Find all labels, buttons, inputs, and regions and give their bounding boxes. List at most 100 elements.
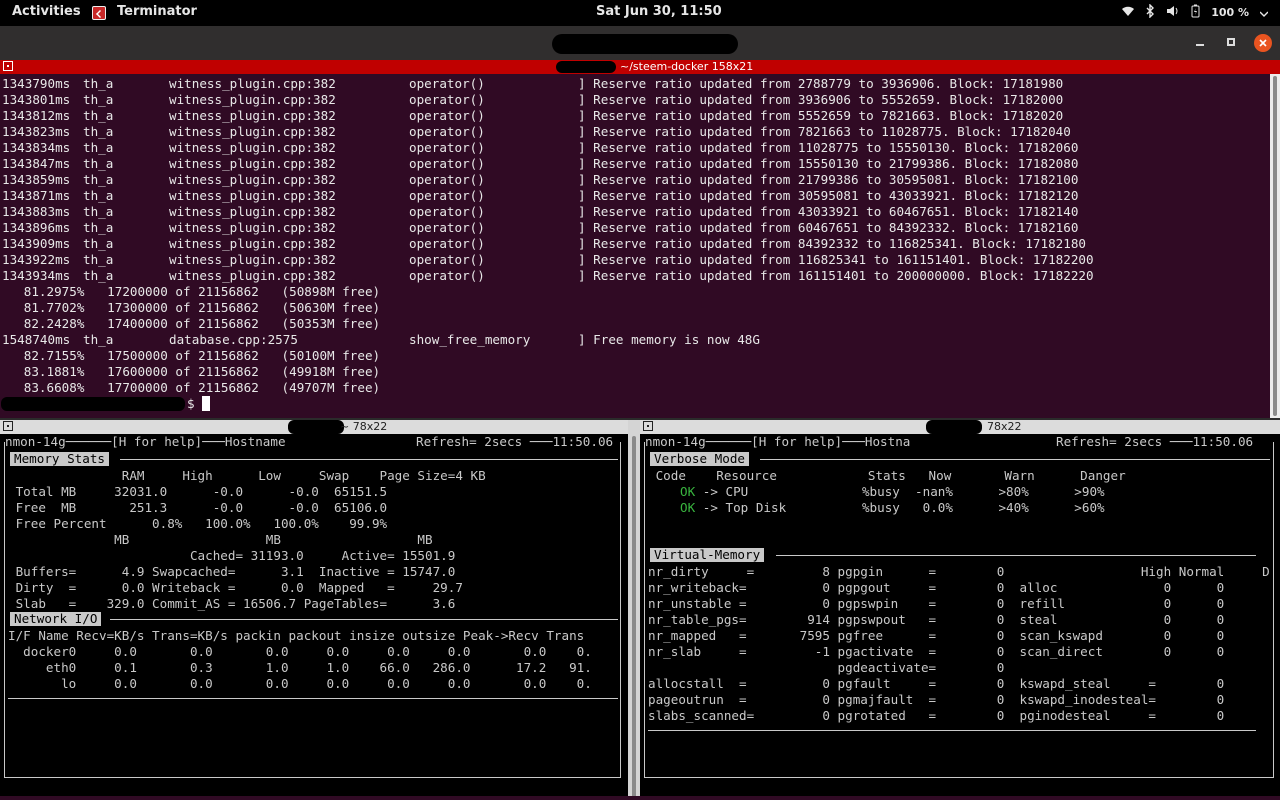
log-line: 1343823ms th_a witness_plugin.cpp:382 opera…: [1, 124, 1269, 140]
log-line: 1343812ms th_a witness_plugin.cpp:382 opera…: [1, 108, 1269, 124]
wifi-icon: [1121, 5, 1135, 20]
pane-grip-icon[interactable]: [643, 421, 653, 431]
close-button[interactable]: [1254, 34, 1272, 52]
log-line: 1343801ms th_a witness_plugin.cpp:382 opera…: [1, 92, 1269, 108]
ok-status: OK: [680, 484, 696, 499]
volume-icon: [1166, 5, 1180, 20]
left-nmon-terminal[interactable]: nmon-14g──────[H for help]───Hostname Re…: [0, 434, 628, 796]
clock-button[interactable]: Sat Jun 30, 11:50: [596, 4, 722, 19]
memory-stats-row: Slab = 329.0 Commit_AS = 16506.7 PageTab…: [8, 596, 456, 611]
replay-progress-line: 81.7702% 17300000 of 21156862 (50630M fr…: [1, 300, 381, 315]
log-line: 1343834ms th_a witness_plugin.cpp:382 opera…: [1, 140, 1269, 156]
top-terminal-scrollbar[interactable]: [1270, 74, 1280, 418]
log-line-th: th_a: [83, 124, 114, 139]
log-line: 1343909ms th_a witness_plugin.cpp:382 opera…: [1, 236, 1269, 252]
log-line-fn: operator(): [409, 220, 485, 235]
battery-percentage: 100 %: [1211, 6, 1249, 19]
network-io-row: docker0 0.0 0.0 0.0 0.0 0.0 0.0 0.0 0.: [8, 644, 592, 659]
gnome-top-bar: Activities Terminator Sat Jun 30, 11:50 …: [0, 0, 1280, 26]
log-line-file: witness_plugin.cpp:382: [169, 220, 336, 235]
log-line-ts: 1343883ms: [2, 204, 71, 219]
log-line-ts: 1343834ms: [2, 140, 71, 155]
minimize-button[interactable]: [1193, 36, 1207, 50]
verbose-row: OK -> Top Disk %busy 0.0% >40% >60%: [648, 500, 1105, 516]
log-line-th: th_a: [83, 108, 114, 123]
memory-stats-row: RAM High Low Swap Page Size=4 KB: [8, 468, 486, 483]
log-line-file: witness_plugin.cpp:382: [169, 124, 336, 139]
memory-stats-row: Dirty = 0.0 Writeback = 0.0 Mapped = 29.…: [8, 580, 463, 595]
virtual-memory-row: nr_table_pgs= 914 pgpswpout = 0 steal 0 …: [648, 612, 1225, 627]
log-line-msg: ] Reserve ratio updated from 30595081 to…: [578, 188, 1079, 203]
log-line-ts: 1343801ms: [2, 92, 71, 107]
log-line-file: witness_plugin.cpp:382: [169, 76, 336, 91]
replay-progress-line: 82.2428% 17400000 of 21156862 (50353M fr…: [1, 316, 381, 331]
memory-log-line-msg: ] Free memory is now 48G: [578, 332, 760, 347]
log-line-fn: operator(): [409, 188, 485, 203]
log-line-fn: operator(): [409, 268, 485, 283]
virtual-memory-row: pageoutrun = 0 pgmajfault = 0 kswapd_ino…: [648, 692, 1225, 707]
log-line-ts: 1343896ms: [2, 220, 71, 235]
left-pane-titlebar[interactable]: ~ 78x22: [0, 420, 628, 434]
memory-log-line-ts: 1548740ms: [2, 332, 71, 347]
log-line-ts: 1343859ms: [2, 172, 71, 187]
top-pane-titlebar[interactable]: ~/steem-docker 158x21: [0, 60, 1280, 74]
memory-stats-row: MB MB MB: [8, 532, 433, 547]
redacted-pane-title: [288, 420, 344, 434]
log-line-th: th_a: [83, 172, 114, 187]
log-line: 1343859ms th_a witness_plugin.cpp:382 opera…: [1, 172, 1269, 188]
log-line-msg: ] Reserve ratio updated from 43033921 to…: [578, 204, 1079, 219]
log-line: 1343883ms th_a witness_plugin.cpp:382 opera…: [1, 204, 1269, 220]
terminator-app-icon: [92, 6, 106, 20]
virtual-memory-row: nr_unstable = 0 pgpswpin = 0 refill 0 0: [648, 596, 1225, 611]
log-line-fn: operator(): [409, 108, 485, 123]
network-divider: [110, 619, 618, 620]
log-line-file: witness_plugin.cpp:382: [169, 236, 336, 251]
log-line-msg: ] Reserve ratio updated from 5552659 to …: [578, 108, 1064, 123]
maximize-button[interactable]: [1224, 36, 1238, 50]
verbose-row-text: -> Top Disk %busy 0.0% >40% >60%: [695, 500, 1105, 515]
virtual-memory-row: allocstall = 0 pgfault = 0 kswapd_steal …: [648, 676, 1225, 691]
network-io-title: Network I/O: [10, 612, 102, 626]
network-end-divider: [8, 698, 618, 699]
ok-status: OK: [680, 500, 696, 515]
bottom-terminal-edge: [0, 796, 1280, 800]
window-title-bar[interactable]: [0, 26, 1280, 60]
bluetooth-icon: [1146, 3, 1155, 21]
log-line-msg: ] Reserve ratio updated from 15550130 to…: [578, 156, 1079, 171]
vm-divider: [776, 555, 1256, 556]
right-nmon-terminal[interactable]: nmon-14g──────[H for help]───Hostna Refr…: [640, 434, 1280, 796]
log-line-fn: operator(): [409, 204, 485, 219]
virtual-memory-title: Virtual-Memory: [650, 548, 765, 562]
virtual-memory-row: pgdeactivate= 0: [648, 660, 1005, 675]
memory-stats-row: Free Percent 0.8% 100.0% 100.0% 99.9%: [8, 516, 388, 531]
network-io-row: lo 0.0 0.0 0.0 0.0 0.0 0.0 0.0 0.: [8, 676, 592, 691]
log-line: 1343847ms th_a witness_plugin.cpp:382 opera…: [1, 156, 1269, 172]
log-line-ts: 1343790ms: [2, 76, 71, 91]
log-line-th: th_a: [83, 220, 114, 235]
log-line-file: witness_plugin.cpp:382: [169, 204, 336, 219]
system-tray[interactable]: 100 %: [1121, 3, 1269, 21]
memory-divider: [120, 459, 618, 460]
system-menu-chevron-icon: [1259, 6, 1269, 20]
memory-log-line-fn: show_free_memory: [409, 332, 531, 347]
activities-button[interactable]: Activities: [12, 4, 81, 19]
memory-stats-title: Memory Stats: [10, 452, 109, 466]
verbose-row: OK -> CPU %busy -nan% >80% >90%: [648, 484, 1105, 500]
pane-grip-icon[interactable]: [3, 421, 13, 431]
log-line-file: witness_plugin.cpp:382: [169, 140, 336, 155]
log-line: 1343896ms th_a witness_plugin.cpp:382 opera…: [1, 220, 1269, 236]
pane-splitter[interactable]: [628, 420, 640, 800]
log-line-th: th_a: [83, 76, 114, 91]
app-menu-button[interactable]: Terminator: [117, 4, 197, 19]
replay-progress-line: 83.6608% 17700000 of 21156862 (49707M fr…: [1, 380, 381, 395]
log-line-ts: 1343871ms: [2, 188, 71, 203]
pane-grip-icon[interactable]: [3, 61, 13, 71]
right-pane-titlebar[interactable]: 78x22: [640, 420, 1280, 434]
log-line-file: witness_plugin.cpp:382: [169, 108, 336, 123]
verbose-mode-title: Verbose Mode: [650, 452, 749, 466]
log-line-th: th_a: [83, 140, 114, 155]
log-line: 1343871ms th_a witness_plugin.cpp:382 opera…: [1, 188, 1269, 204]
memory-stats-row: Free MB 251.3 -0.0 -0.0 65106.0: [8, 500, 388, 515]
replay-progress-line: 82.7155% 17500000 of 21156862 (50100M fr…: [1, 348, 381, 363]
top-terminal[interactable]: 1343790ms th_a witness_plugin.cpp:382 opera…: [0, 74, 1270, 418]
